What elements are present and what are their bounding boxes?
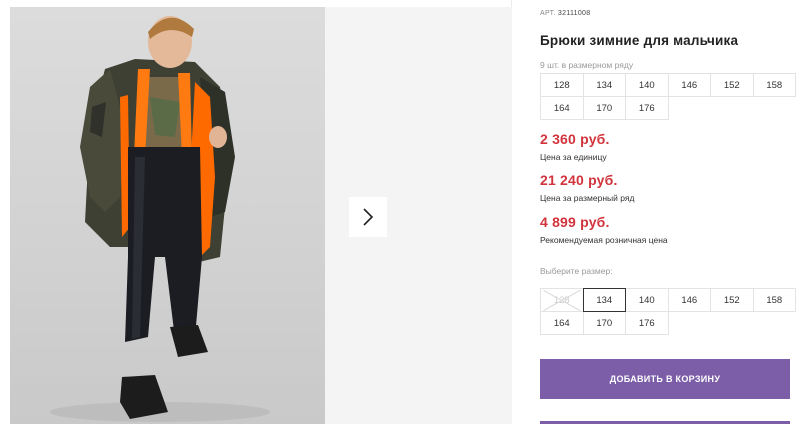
series-price: 21 240 руб. [540, 172, 618, 188]
series-size-cell: 164 [540, 96, 584, 120]
unit-price: 2 360 руб. [540, 131, 610, 147]
size-selector: 128 134 140 146 152 158 164 170 176 [540, 288, 796, 335]
retail-price: 4 899 руб. [540, 214, 610, 230]
chevron-right-icon [363, 208, 374, 226]
article-value: 32111008 [557, 10, 591, 17]
choose-size-label: Выберите размер: [540, 266, 613, 276]
series-size-cell: 170 [582, 96, 626, 120]
product-title: Брюки зимние для мальчика [540, 33, 739, 48]
size-option[interactable]: 140 [625, 288, 669, 312]
series-size-cell: 152 [710, 73, 754, 97]
unit-price-label: Цена за единицу [540, 152, 607, 162]
size-option-disabled: 128 [540, 288, 584, 312]
series-size-grid: 128 134 140 146 152 158 164 170 176 [540, 73, 796, 120]
boy-in-winter-suit-illustration [50, 16, 270, 422]
series-size-cell: 128 [540, 73, 584, 97]
series-size-cell: 134 [582, 73, 626, 97]
size-option-selected[interactable]: 134 [582, 288, 626, 312]
size-option[interactable]: 176 [625, 311, 669, 335]
series-size-cell: 140 [625, 73, 669, 97]
product-photo [10, 7, 325, 424]
size-option[interactable]: 170 [582, 311, 626, 335]
size-option[interactable]: 158 [752, 288, 796, 312]
product-gallery [0, 0, 512, 424]
retail-price-label: Рекомендуемая розничная цена [540, 235, 668, 245]
series-price-label: Цена за размерный ряд [540, 193, 635, 203]
series-size-cell: 176 [625, 96, 669, 120]
add-to-cart-button[interactable]: ДОБАВИТЬ В КОРЗИНУ [540, 359, 790, 399]
size-option[interactable]: 164 [540, 311, 584, 335]
series-note: 9 шт. в размерном ряду [540, 60, 634, 70]
series-size-cell: 146 [667, 73, 711, 97]
next-image-button[interactable] [349, 197, 387, 237]
series-size-cell: 158 [752, 73, 796, 97]
size-option[interactable]: 152 [710, 288, 754, 312]
size-option[interactable]: 146 [667, 288, 711, 312]
article-prefix: АРТ. [540, 10, 556, 17]
article-number: АРТ. 32111008 [540, 10, 590, 17]
